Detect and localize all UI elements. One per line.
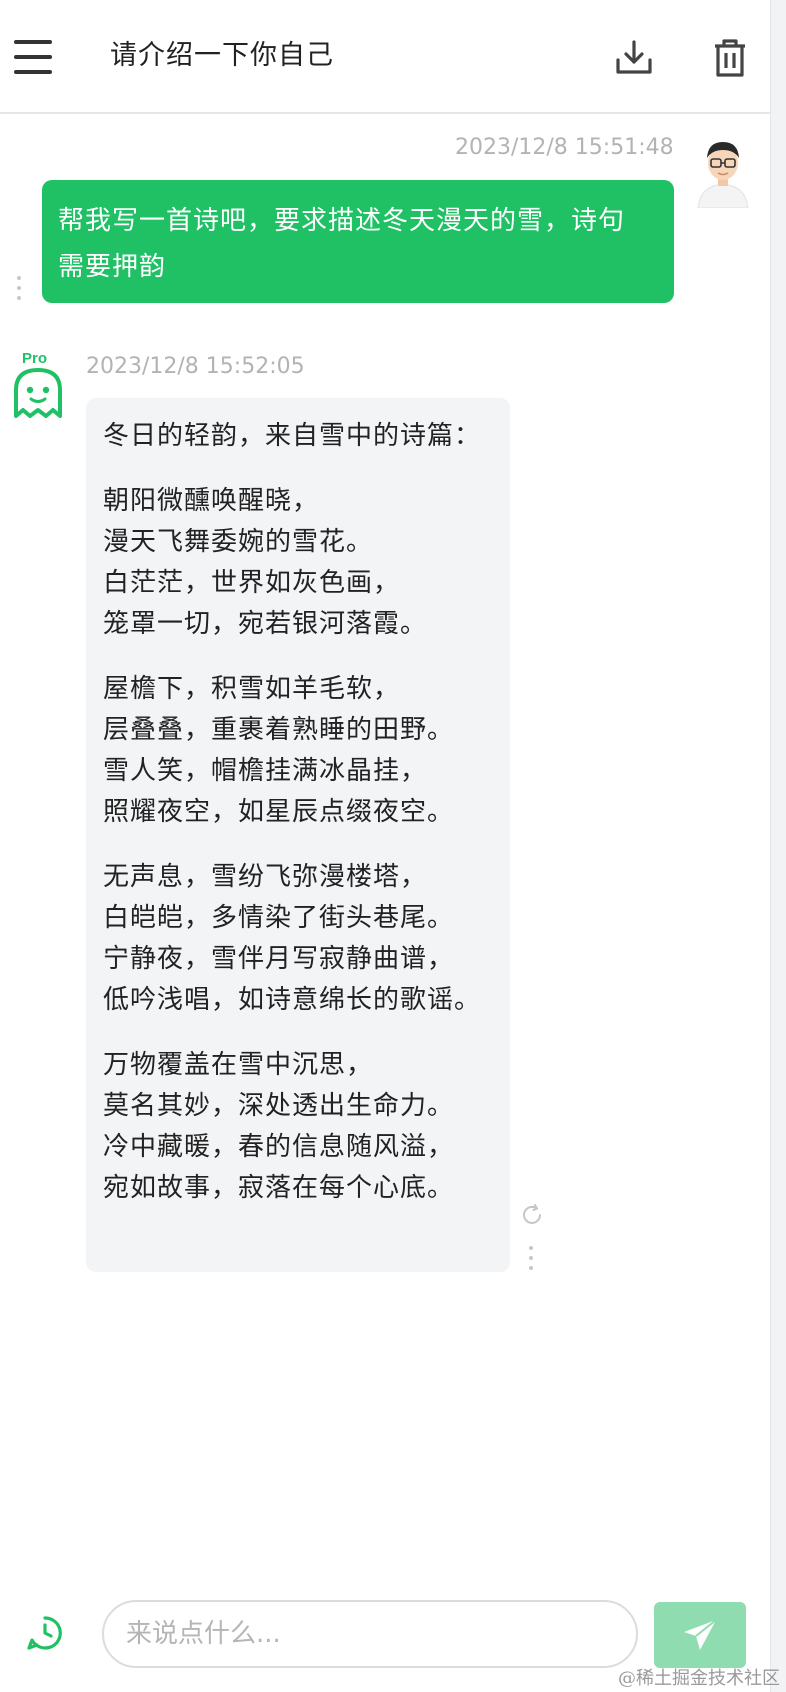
poem-line: 宁静夜，雪伴月写寂静曲谱， — [103, 944, 455, 974]
poem-stanza: 万物覆盖在雪中沉思， 莫名其妙，深处透出生命力。 冷中藏暖，春的信息随风溢， 宛… — [103, 1045, 493, 1209]
menu-icon[interactable] — [14, 40, 52, 76]
user-message-line: 帮我写一首诗吧，要求描述冬天漫天的雪，诗句 — [58, 206, 626, 236]
message-timestamp: 2023/12/8 15:51:48 — [455, 135, 674, 160]
poem-line: 无声息，雪纷飞弥漫楼塔， — [103, 862, 428, 892]
poem-stanza: 屋檐下，积雪如羊毛软， 层叠叠，重裹着熟睡的田野。 雪人笑，帽檐挂满冰晶挂， 照… — [103, 669, 493, 833]
chat-header: 请介绍一下你自己 — [0, 0, 770, 114]
regenerate-icon[interactable] — [520, 1203, 544, 1227]
poem-stanza: 朝阳微醺唤醒晓， 漫天飞舞委婉的雪花。 白茫茫，世界如灰色画， 笼罩一切，宛若银… — [103, 481, 493, 645]
poem-line: 万物覆盖在雪中沉思， — [103, 1050, 374, 1080]
poem-line: 莫名其妙，深处透出生命力。 — [103, 1091, 455, 1121]
poem-line: 层叠叠，重裹着熟睡的田野。 — [103, 715, 455, 745]
poem-line: 照耀夜空，如星辰点缀夜空。 — [103, 797, 455, 827]
send-button[interactable] — [654, 1602, 746, 1668]
trash-icon[interactable] — [708, 36, 752, 80]
poem-line: 屋檐下，积雪如羊毛软， — [103, 674, 401, 704]
poem-line: 低吟浅唱，如诗意绵长的歌谣。 — [103, 985, 482, 1015]
poem-line: 白茫茫，世界如灰色画， — [103, 568, 401, 598]
assistant-message-bubble: 冬日的轻韵，来自雪中的诗篇： 朝阳微醺唤醒晓， 漫天飞舞委婉的雪花。 白茫茫，世… — [86, 398, 510, 1272]
chat-app: 请介绍一下你自己 2023/12/8 15:51:48 帮我写一首诗吧，要求描述… — [0, 0, 770, 1692]
scrollbar-track[interactable] — [770, 0, 786, 1692]
message-timestamp: 2023/12/8 15:52:05 — [86, 354, 305, 379]
chat-title: 请介绍一下你自己 — [110, 40, 334, 71]
user-message-line: 需要押韵 — [58, 252, 167, 282]
history-icon[interactable] — [26, 1614, 64, 1652]
watermark-text: @稀土掘金技术社区 — [618, 1668, 780, 1689]
user-avatar — [692, 136, 754, 209]
poem-line: 冷中藏暖，春的信息随风溢， — [103, 1132, 455, 1162]
poem-stanza: 无声息，雪纷飞弥漫楼塔， 白皑皑，多情染了街头巷尾。 宁静夜，雪伴月写寂静曲谱，… — [103, 857, 493, 1021]
send-icon — [684, 1619, 717, 1650]
poem-line: 笼罩一切，宛若银河落霞。 — [103, 609, 428, 639]
poem-line: 宛如故事，寂落在每个心底。 — [103, 1173, 455, 1203]
assistant-avatar: Pro — [10, 350, 68, 422]
poem-line: 雪人笑，帽檐挂满冰晶挂， — [103, 756, 428, 786]
poem-intro: 冬日的轻韵，来自雪中的诗篇： — [103, 421, 482, 451]
poem-line: 白皑皑，多情染了街头巷尾。 — [103, 903, 455, 933]
more-options-icon[interactable] — [16, 276, 22, 302]
poem-line: 漫天飞舞委婉的雪花。 — [103, 527, 374, 557]
more-options-icon[interactable] — [528, 1246, 534, 1272]
poem-line: 朝阳微醺唤醒晓， — [103, 486, 320, 516]
download-icon[interactable] — [612, 36, 656, 80]
user-message-bubble: 帮我写一首诗吧，要求描述冬天漫天的雪，诗句 需要押韵 — [42, 180, 674, 303]
message-input[interactable] — [102, 1600, 638, 1668]
ghost-icon — [14, 368, 62, 418]
